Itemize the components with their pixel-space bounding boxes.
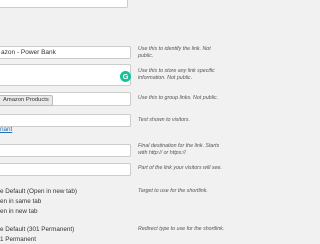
title-description: Use this to identify the link. Not publi… (138, 46, 211, 60)
groups-description: Use this to group links. Not public. (138, 95, 219, 101)
target-option-default[interactable]: e Default (Open in new tab) (0, 188, 77, 196)
target-option-new-tab[interactable]: en in new tab (0, 208, 37, 216)
shortlink-description: Part of the link your visitors will see. (138, 165, 222, 171)
title-input[interactable]: azon - Power Bank (0, 46, 131, 59)
notes-description: Use this to store any link specific info… (138, 68, 215, 82)
redirect-option-default[interactable]: e Default (301 Permanent) (0, 226, 74, 234)
group-tag[interactable]: Amazon Products (0, 95, 53, 106)
shortlink-input[interactable] (0, 163, 131, 176)
destination-input[interactable] (0, 144, 131, 157)
target-description: Target to use for the shortlink. (138, 188, 208, 194)
destination-description: Final destination for the link. Starts w… (138, 143, 220, 157)
notes-textarea[interactable] (0, 64, 131, 86)
top-input[interactable] (0, 0, 128, 8)
title-input-value: azon - Power Bank (1, 49, 56, 56)
target-option-same-tab[interactable]: en in same tab (0, 198, 41, 206)
text-input[interactable] (0, 114, 131, 127)
redirect-option-301[interactable]: 1 Permanent (0, 236, 36, 244)
variant-link[interactable]: riant (0, 126, 12, 133)
text-description: Text shown to visitors. (138, 117, 190, 123)
grammarly-icon[interactable]: G (120, 71, 131, 82)
redirect-description: Redirect type to use for the shortlink. (138, 226, 225, 232)
